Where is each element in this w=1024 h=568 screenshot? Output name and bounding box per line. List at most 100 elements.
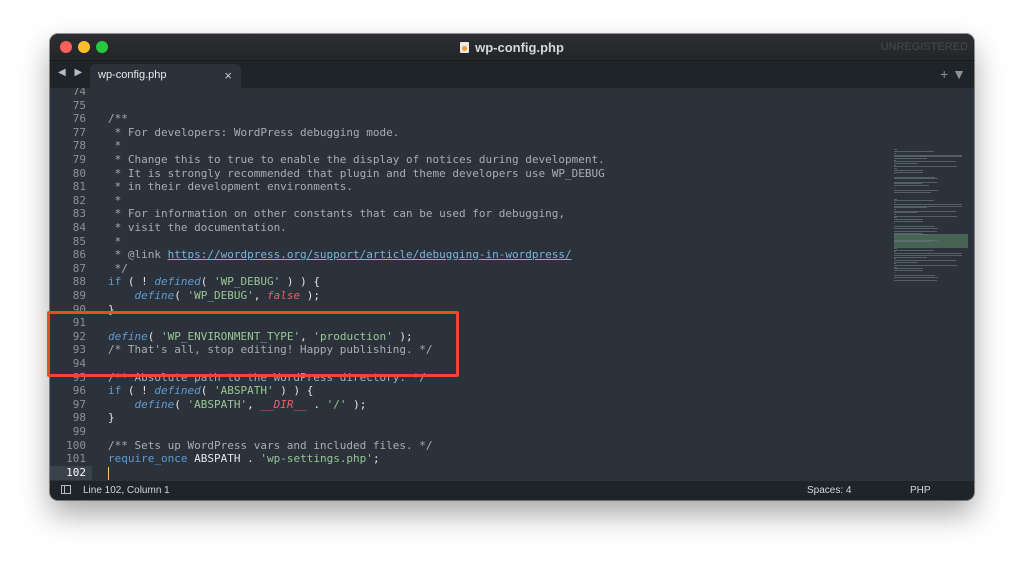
code-token-str: 'ABSPATH' [187, 397, 248, 411]
code-token-str: 'WP_DEBUG' [213, 275, 281, 289]
code-line[interactable]: 99 [50, 425, 870, 439]
code-token-fn: define [134, 397, 175, 411]
code-line[interactable]: 82 * [50, 194, 870, 208]
minimap-line [894, 270, 923, 272]
code-token-kw: if [108, 384, 122, 398]
minimap-line [894, 271, 895, 273]
minimap-line [894, 276, 939, 278]
minimap-line [894, 173, 895, 175]
code-editor[interactable]: 74 75 76/** 77 * For developers: WordPress … [50, 88, 974, 481]
minimap-line [894, 249, 934, 251]
code-token-comment: */ [108, 261, 128, 275]
minimap-line [894, 227, 939, 229]
code-line[interactable]: 77 * For developers: WordPress debugging… [50, 126, 870, 140]
minimap-line [894, 222, 895, 224]
code-token-comment: * For information on other constants tha… [108, 207, 565, 221]
panel-toggle-icon[interactable] [61, 485, 71, 494]
code-text: /** [108, 112, 128, 126]
code-text: /** Sets up WordPress vars and included … [108, 439, 433, 453]
minimap-line [894, 220, 923, 222]
new-tab-menu-icon[interactable]: + ▼ [940, 66, 966, 82]
minimap-line [894, 280, 938, 282]
line-number: 81 [72, 180, 86, 194]
code-token-op: . [306, 397, 327, 411]
cursor-position[interactable]: Line 102, Column 1 [83, 485, 170, 496]
tab-nav-arrows-icon[interactable]: ◀ ▶ [58, 67, 85, 78]
code-text: * in their development environments. [108, 180, 353, 194]
line-number: 80 [72, 166, 86, 180]
minimap-line [894, 234, 930, 236]
minimap-line [894, 178, 939, 180]
minimap-line [894, 185, 930, 187]
code-token-op: ); [300, 289, 320, 302]
code-token-op: ( ! [121, 384, 155, 398]
code-line[interactable]: 78 * [50, 139, 870, 153]
minimap-line [894, 256, 928, 258]
code-line[interactable]: 80 * It is strongly recommended that plu… [50, 167, 870, 181]
code-text: * [108, 234, 122, 249]
tab-label: wp-config.php [98, 69, 167, 81]
minimap-line [894, 186, 895, 188]
tab-close-icon[interactable]: × [224, 68, 232, 83]
code-token-fn: defined [154, 384, 201, 398]
code-text: */ [108, 262, 128, 276]
indentation-setting[interactable]: Spaces: 4 [807, 485, 851, 496]
code-line[interactable]: 83 * For information on other constants … [50, 207, 870, 221]
code-line[interactable]: 81 * in their development environments. [50, 180, 870, 194]
code-line[interactable]: 96 if ( ! defined( 'ABSPATH' ) ) { [50, 384, 870, 398]
code-token-op [108, 289, 135, 302]
code-text: * [108, 194, 122, 208]
code-line[interactable]: 74 [50, 88, 870, 99]
code-token-link[interactable]: https://wordpress.org/support/article/de… [168, 248, 572, 261]
minimap[interactable] [868, 144, 972, 284]
code-line[interactable]: 75 [50, 99, 870, 113]
code-line[interactable]: 98} [50, 411, 870, 425]
minimap-line [894, 236, 895, 238]
code-line[interactable]: 101 require_once ABSPATH . 'wp-settings.p… [50, 452, 870, 466]
minimap-line [894, 151, 934, 153]
minimap-line [894, 265, 957, 266]
minimap-line [894, 163, 919, 164]
code-line[interactable]: 79 * Change this to true to enable the d… [50, 153, 870, 167]
code-line[interactable]: 102 [50, 466, 870, 480]
code-line[interactable]: 100 /** Sets up WordPress vars and includ… [50, 439, 870, 453]
code-text: if ( ! defined( 'WP_DEBUG' ) ) { [108, 275, 320, 289]
license-status: UNREGISTERED [880, 41, 968, 53]
code-text: * Change this to true to enable the disp… [108, 153, 605, 167]
code-token-op [108, 398, 135, 411]
code-line[interactable]: 85 * [50, 235, 870, 249]
code-line[interactable]: 87 */ [50, 262, 870, 276]
tab-bar: ◀ ▶ wp-config.php × + ▼ [50, 61, 974, 88]
code-line[interactable]: 89 define( 'WP_DEBUG', false ); [50, 289, 870, 303]
code-text: } [108, 411, 115, 425]
line-number: 86 [72, 248, 86, 262]
line-number: 85 [72, 234, 86, 248]
minimap-line [894, 157, 928, 159]
line-number: 83 [72, 207, 86, 221]
tab-wp-config[interactable]: wp-config.php × [90, 64, 241, 88]
code-line[interactable]: 84 * visit the documentation. [50, 221, 870, 235]
minimap-line [894, 207, 928, 209]
code-line[interactable]: 97 define( 'ABSPATH', __DIR__ . '/' ); [50, 398, 870, 412]
line-number: 100 [66, 438, 86, 452]
line-number: 101 [66, 452, 86, 466]
minimap-line [894, 212, 919, 214]
code-token-const: __DIR__ [260, 397, 307, 411]
highlight-annotation-box [47, 311, 459, 377]
code-token-op: ; [372, 452, 380, 466]
code-token-comment: /** Sets up WordPress vars and included … [108, 438, 433, 452]
line-number: 89 [72, 289, 86, 302]
code-token-comment: /** [108, 112, 128, 126]
code-token-op: , [253, 289, 267, 302]
code-token-comment: * [108, 234, 122, 248]
code-text: define( 'WP_DEBUG', false ); [108, 289, 320, 303]
code-token-op: ); [346, 397, 367, 411]
code-token-fn: defined [154, 275, 201, 289]
code-line[interactable]: 88 if ( ! defined( 'WP_DEBUG' ) ) { [50, 275, 870, 289]
line-number: 96 [72, 384, 86, 398]
syntax-mode[interactable]: PHP [910, 485, 931, 496]
code-line[interactable]: 76 /** [50, 112, 870, 126]
code-token-op: ABSPATH . [187, 452, 261, 466]
code-text: define( 'ABSPATH', __DIR__ . '/' ); [108, 397, 367, 412]
code-line[interactable]: 86 * @link https://wordpress.org/support… [50, 248, 870, 262]
